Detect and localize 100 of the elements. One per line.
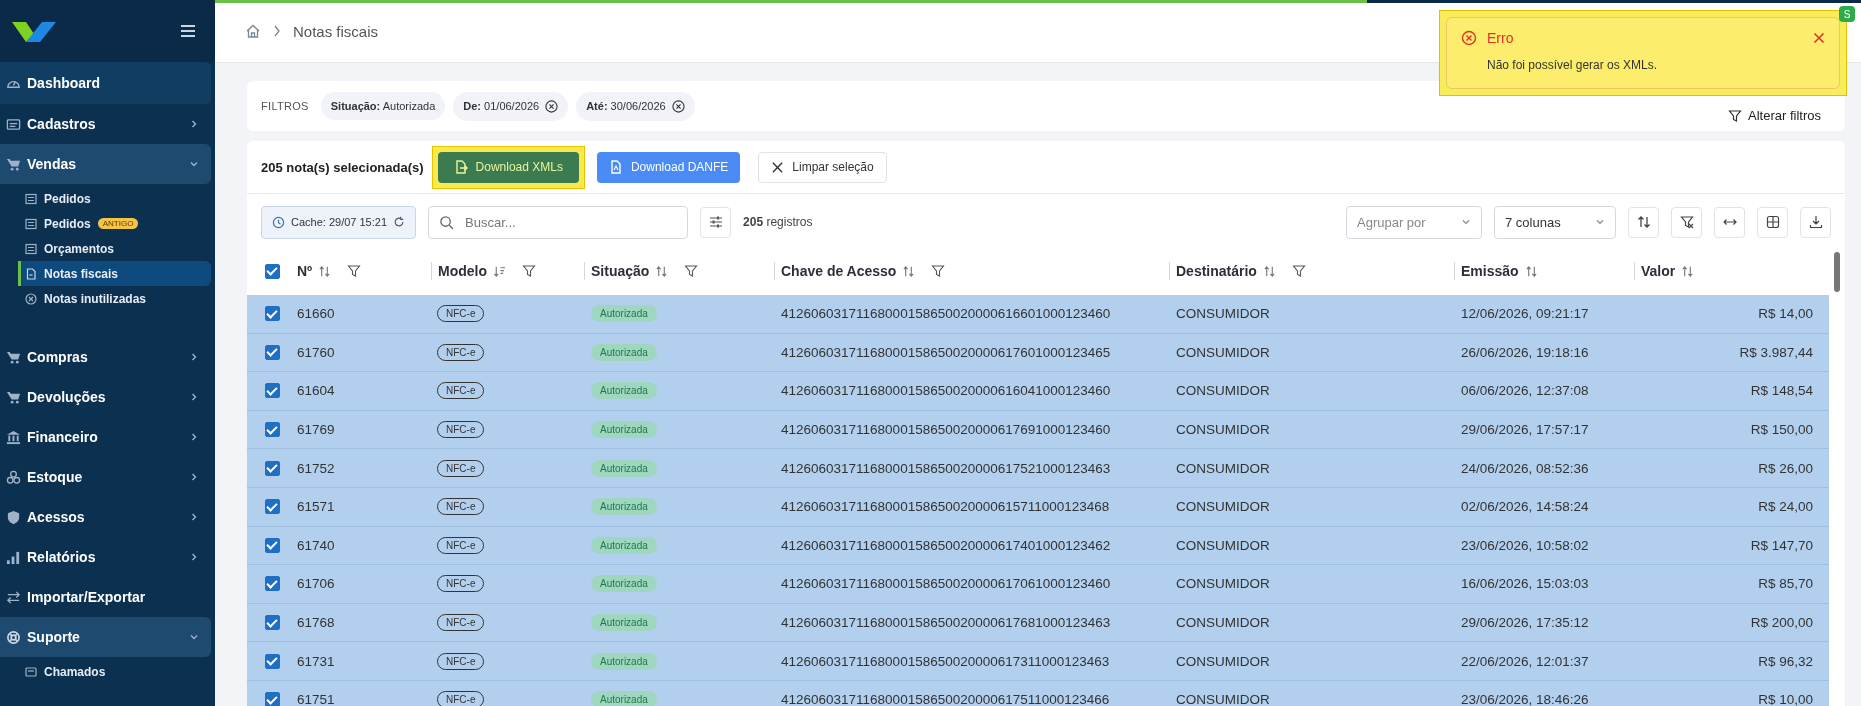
filter-icon[interactable] <box>684 264 699 278</box>
sort-icon[interactable] <box>655 264 669 278</box>
sliders-icon <box>708 215 723 229</box>
list-icon <box>25 217 37 230</box>
close-icon <box>771 160 785 174</box>
sidebar-item[interactable]: Acessos <box>0 497 211 537</box>
table-row[interactable]: 61731 NFC-e Autorizada 41260603171168000158650020000617311000123463 CONSUMIDOR 22/06/2026, 12:01:37 R$ 96,32 <box>247 642 1829 681</box>
file-export-icon <box>453 160 468 174</box>
row-checkbox[interactable] <box>264 306 280 322</box>
sidebar-subitem[interactable]: Notas fiscais <box>18 261 211 286</box>
column-header[interactable]: Chave de Acesso <box>781 263 897 279</box>
sort-icon[interactable] <box>1681 264 1695 278</box>
remove-icon[interactable] <box>671 99 685 113</box>
sidebar-item[interactable]: Vendas <box>0 144 211 184</box>
xcircle-icon <box>25 292 37 305</box>
sidebar-subitem[interactable]: Pedidos <box>18 186 211 211</box>
row-checkbox[interactable] <box>264 576 280 592</box>
column-header[interactable]: Emissão <box>1461 263 1519 279</box>
search-field[interactable]: Buscar... <box>428 205 689 239</box>
sidebar-subitem[interactable]: Chamados <box>18 659 211 684</box>
table-cell: R$ 3.987,44 <box>1739 344 1813 360</box>
column-header[interactable]: Nº <box>297 263 313 279</box>
sort-button[interactable] <box>1628 206 1659 238</box>
sidebar-item[interactable]: Compras <box>0 337 211 377</box>
table-row[interactable]: 61752 NFC-e Autorizada 41260603171168000158650020000617521000123463 CONSUMIDOR 24/06/2026, 08:52:36 R$ 26,00 <box>247 449 1829 488</box>
table-row[interactable]: 61571 NFC-e Autorizada 41260603171168000158650020000615711000123468 CONSUMIDOR 02/06/2026, 14:58:24 R$ 24,00 <box>247 487 1829 527</box>
columns-select[interactable]: 7 colunas <box>1494 205 1616 239</box>
download-button[interactable] <box>1800 206 1831 238</box>
sidebar-item[interactable]: Financeiro <box>0 417 211 457</box>
table-row[interactable]: 61604 NFC-e Autorizada 41260603171168000158650020000616041000123460 CONSUMIDOR 06/06/2026, 12:37:08 R$ 148,54 <box>247 372 1829 411</box>
row-checkbox[interactable] <box>264 653 280 669</box>
filter-chip[interactable]: Até: 30/06/2026 <box>576 91 695 121</box>
pdf-file-icon <box>608 160 623 174</box>
sort-icon[interactable] <box>1524 264 1538 278</box>
filter-icon[interactable] <box>1291 264 1306 278</box>
filter-chip[interactable]: Situação: Autorizada <box>320 92 446 120</box>
filter-icon[interactable] <box>347 264 362 278</box>
filter-icon[interactable] <box>931 264 946 278</box>
table-cell: 41260603171168000158650020000617521000123463 <box>781 460 1111 476</box>
sort-icon[interactable] <box>318 264 332 278</box>
sort-desc-icon[interactable] <box>493 264 506 278</box>
table-cell: 61752 <box>297 460 335 476</box>
bank-icon <box>6 429 21 445</box>
table-cell: 61751 <box>297 692 335 706</box>
table-cell: 61768 <box>297 615 335 631</box>
table-row[interactable]: 61760 NFC-e Autorizada 41260603171168000158650020000617601000123465 CONSUMIDOR 26/06/2026, 19:18:16 R$ 3.987,44 <box>247 333 1829 373</box>
download-button[interactable]: Download XMLs <box>437 151 579 183</box>
sidebar-item[interactable]: Estoque <box>0 457 211 497</box>
chevron-right-icon <box>189 352 199 362</box>
sidebar-item[interactable]: Importar/Exportar <box>0 577 211 617</box>
clear-filter-button[interactable] <box>1671 206 1702 238</box>
sidebar-item[interactable]: Relatórios <box>0 537 211 577</box>
group-by-select[interactable]: Agrupar por <box>1346 205 1482 239</box>
column-header[interactable]: Situação <box>591 263 650 279</box>
clear-selection-button[interactable]: Limpar seleção <box>758 151 887 183</box>
column-header[interactable]: Valor <box>1641 263 1676 279</box>
menu-icon[interactable] <box>181 25 195 37</box>
sidebar-item[interactable]: Devoluções <box>0 377 211 417</box>
sidebar-subitem[interactable]: Pedidos ANTIGO <box>18 211 211 236</box>
sidebar-item[interactable]: Dashboard <box>0 62 211 104</box>
refresh-icon <box>393 216 406 228</box>
sidebar-item[interactable]: Cadastros <box>0 104 211 144</box>
table-row[interactable]: 61751 NFC-e Autorizada 41260603171168000158650020000617511000123466 CONSUMIDOR 23/06/2026, 18:46:26 R$ 10,00 <box>247 680 1829 706</box>
legacy-badge: ANTIGO <box>97 218 139 229</box>
remove-icon[interactable] <box>545 99 559 113</box>
row-checkbox[interactable] <box>264 499 280 515</box>
sort-icon[interactable] <box>902 264 916 278</box>
row-checkbox[interactable] <box>264 615 280 631</box>
filter-chip[interactable]: De: 01/06/2026 <box>453 91 569 121</box>
change-filters-link[interactable]: Alterar filtros <box>1728 108 1821 123</box>
home-icon[interactable] <box>245 23 261 39</box>
sort-arrows-icon <box>1636 215 1651 229</box>
select-all-checkbox[interactable] <box>264 263 280 279</box>
table-row[interactable]: 61660 NFC-e Autorizada 41260603171168000158650020000616601000123460 CONSUMIDOR 12/06/2026, 09:21:17 R$ 14,00 <box>247 295 1829 334</box>
table-cell: 41260603171168000158650020000617061000123460 <box>781 576 1111 592</box>
sort-icon[interactable] <box>1262 264 1276 278</box>
toast-message: Não foi possível gerar os XMLs. <box>1486 58 1659 72</box>
column-header[interactable]: Destinatário <box>1176 263 1257 279</box>
table-row[interactable]: 61768 NFC-e Autorizada 41260603171168000158650020000617681000123463 CONSUMIDOR 29/06/2026, 17:35:12 R$ 200,00 <box>247 603 1829 643</box>
table-row[interactable]: 61706 NFC-e Autorizada 41260603171168000158650020000617061000123460 CONSUMIDOR 16/06/2026, 15:03:03 R$ 85,70 <box>247 565 1829 604</box>
row-checkbox[interactable] <box>264 383 280 399</box>
table-row[interactable]: 61740 NFC-e Autorizada 41260603171168000158650020000617401000123462 CONSUMIDOR 23/06/2026, 10:58:02 R$ 147,70 <box>247 526 1829 566</box>
selection-count: 205 nota(s) selecionada(s) <box>261 159 424 175</box>
sidebar-subitem[interactable]: Orçamentos <box>18 236 211 261</box>
table-cell: 41260603171168000158650020000617601000123465 <box>781 344 1111 360</box>
row-checkbox[interactable] <box>264 344 280 360</box>
table-cell: 61604 <box>297 383 335 399</box>
table-row[interactable]: 61769 NFC-e Autorizada 41260603171168000158650020000617691000123460 CONSUMIDOR 29/06/2026, 17:57:17 R$ 150,00 <box>247 410 1829 450</box>
row-checkbox[interactable] <box>264 422 280 438</box>
sidebar-subitem[interactable]: Notas inutilizadas <box>18 286 211 311</box>
filter-icon[interactable] <box>522 264 536 278</box>
grid-button[interactable] <box>1757 206 1788 238</box>
row-checkbox[interactable] <box>264 692 280 706</box>
sidebar-item[interactable]: Suporte <box>0 617 211 657</box>
cache-button[interactable]: Cache: 29/07 15:21 <box>261 205 417 239</box>
close-icon[interactable] <box>1813 32 1825 44</box>
expand-width-button[interactable] <box>1714 206 1745 238</box>
column-header[interactable]: Modelo <box>438 263 487 279</box>
row-checkbox[interactable] <box>264 537 280 553</box>
row-checkbox[interactable] <box>264 460 280 476</box>
